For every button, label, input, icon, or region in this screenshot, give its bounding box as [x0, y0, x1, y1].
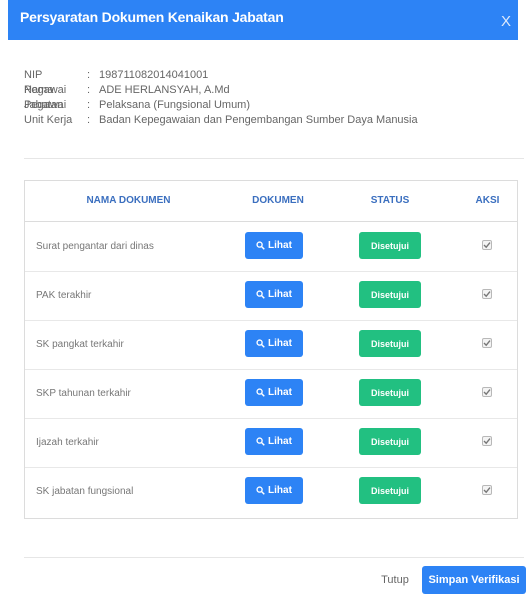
modal-header: Persyaratan Dokumen Kenaikan Jabatan X: [8, 0, 518, 40]
close-icon[interactable]: X: [498, 12, 514, 32]
approve-checkbox[interactable]: [482, 338, 492, 348]
document-name: SKP tahunan terkahir: [36, 388, 131, 399]
check-icon: [483, 389, 491, 396]
info-separator: :: [87, 99, 91, 111]
view-document-button[interactable]: Lihat: [245, 477, 303, 504]
table-header: NAMA DOKUMEN DOKUMEN STATUS AKSI: [25, 181, 517, 222]
view-button-label: Lihat: [268, 436, 292, 447]
approve-checkbox[interactable]: [482, 240, 492, 250]
view-document-button[interactable]: Lihat: [245, 232, 303, 259]
document-table: NAMA DOKUMEN DOKUMEN STATUS AKSI Surat p…: [24, 180, 518, 519]
info-row-nip: NIP Pegawai : 198711082014041001: [24, 68, 418, 96]
search-icon: [256, 437, 265, 446]
table-row: Ijazah terkahir Lihat Disetujui: [25, 419, 517, 468]
check-icon: [483, 438, 491, 445]
document-name: SK pangkat terkahir: [36, 339, 124, 350]
view-document-button[interactable]: Lihat: [245, 428, 303, 455]
approve-checkbox[interactable]: [482, 436, 492, 446]
status-badge: Disetujui: [359, 379, 421, 406]
approve-checkbox[interactable]: [482, 289, 492, 299]
status-badge: Disetujui: [359, 428, 421, 455]
header-nama-dokumen: NAMA DOKUMEN: [86, 195, 171, 206]
info-separator: :: [87, 69, 91, 81]
modal-title: Persyaratan Dokumen Kenaikan Jabatan: [20, 9, 284, 25]
search-icon: [256, 388, 265, 397]
check-icon: [483, 242, 491, 249]
document-name: SK jabatan fungsional: [36, 486, 134, 497]
info-separator: :: [87, 114, 91, 126]
employee-info: NIP Pegawai : 198711082014041001 Nama Pe…: [24, 68, 418, 128]
info-label: Nama Pegawai: [24, 84, 67, 111]
info-value-nip: 198711082014041001: [99, 69, 209, 81]
divider: [24, 557, 524, 558]
view-button-label: Lihat: [268, 338, 292, 349]
info-row-nama: Nama Pegawai : ADE HERLANSYAH, A.Md: [24, 83, 418, 111]
header-status: STATUS: [370, 195, 410, 206]
table-row: PAK terakhir Lihat Disetujui: [25, 272, 517, 321]
status-badge: Disetujui: [359, 281, 421, 308]
view-document-button[interactable]: Lihat: [245, 330, 303, 357]
document-name: PAK terakhir: [36, 290, 92, 301]
search-icon: [256, 486, 265, 495]
view-button-label: Lihat: [268, 485, 292, 496]
document-name: Surat pengantar dari dinas: [36, 241, 154, 252]
status-badge: Disetujui: [359, 232, 421, 259]
view-button-label: Lihat: [268, 240, 292, 251]
check-icon: [483, 291, 491, 298]
view-button-label: Lihat: [268, 289, 292, 300]
header-dokumen: DOKUMEN: [252, 195, 304, 206]
info-label: Jabatan: [24, 99, 64, 111]
info-value-jabatan: Pelaksana (Fungsional Umum): [99, 99, 251, 111]
info-row-unit-kerja: Unit Kerja : Badan Kepegawaian dan Penge…: [24, 113, 418, 128]
table-row: SK pangkat terkahir Lihat Disetujui: [25, 321, 517, 370]
info-row-jabatan: Jabatan : Pelaksana (Fungsional Umum): [24, 98, 418, 113]
save-verification-button[interactable]: Simpan Verifikasi: [422, 566, 526, 594]
info-label: Unit Kerja: [24, 114, 73, 126]
check-icon: [483, 340, 491, 347]
divider: [24, 158, 524, 159]
check-icon: [483, 487, 491, 494]
info-value-nama: ADE HERLANSYAH, A.Md: [99, 84, 230, 96]
close-button[interactable]: Tutup: [372, 566, 418, 594]
view-button-label: Lihat: [268, 387, 292, 398]
status-badge: Disetujui: [359, 330, 421, 357]
approve-checkbox[interactable]: [482, 485, 492, 495]
search-icon: [256, 290, 265, 299]
table-row: Surat pengantar dari dinas Lihat Disetujui: [25, 223, 517, 272]
search-icon: [256, 241, 265, 250]
status-badge: Disetujui: [359, 477, 421, 504]
approve-checkbox[interactable]: [482, 387, 492, 397]
info-separator: :: [87, 84, 91, 96]
table-row: SK jabatan fungsional Lihat Disetujui: [25, 468, 517, 517]
view-document-button[interactable]: Lihat: [245, 379, 303, 406]
document-name: Ijazah terkahir: [36, 437, 99, 448]
info-label: NIP Pegawai: [24, 69, 67, 96]
info-value-unit-kerja: Badan Kepegawaian dan Pengembangan Sumbe…: [99, 114, 418, 126]
search-icon: [256, 339, 265, 348]
view-document-button[interactable]: Lihat: [245, 281, 303, 308]
header-aksi: AKSI: [475, 195, 500, 206]
table-row: SKP tahunan terkahir Lihat Disetujui: [25, 370, 517, 419]
